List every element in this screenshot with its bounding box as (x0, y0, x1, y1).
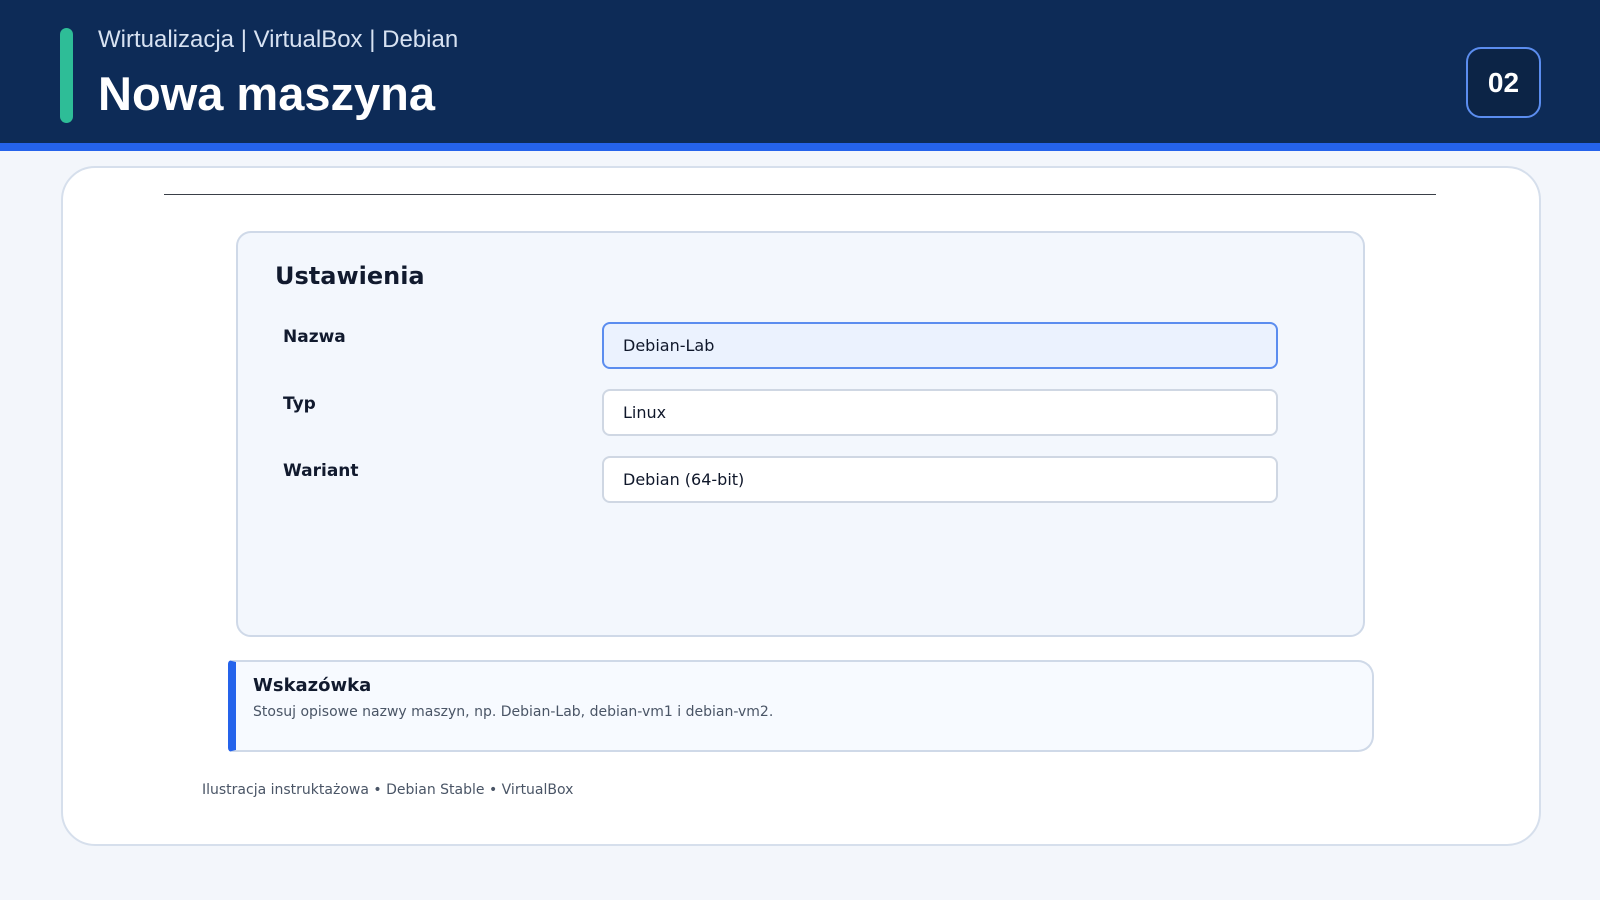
field-label-variant: Wariant (283, 461, 359, 481)
tip-title: Wskazówka (253, 675, 372, 696)
vm-name-field[interactable]: Debian-Lab (602, 322, 1278, 369)
header-accent-strip (0, 143, 1600, 151)
field-label-name: Nazwa (283, 327, 346, 347)
page-title: Nowa maszyna (98, 67, 435, 120)
footer-caption: Ilustracja instruktażowa • Debian Stable… (202, 782, 574, 798)
field-label-type: Typ (283, 394, 316, 414)
header-subtitle: Wirtualizacja | VirtualBox | Debian (98, 26, 459, 53)
tip-text: Stosuj opisowe nazwy maszyn, np. Debian-… (253, 704, 774, 720)
vm-variant-field[interactable]: Debian (64-bit) (602, 456, 1278, 503)
slide-number-badge: 02 (1466, 47, 1541, 118)
header-accent-bar (60, 28, 73, 123)
settings-title: Ustawienia (275, 262, 425, 290)
divider-line (164, 194, 1436, 195)
vm-type-field[interactable]: Linux (602, 389, 1278, 436)
